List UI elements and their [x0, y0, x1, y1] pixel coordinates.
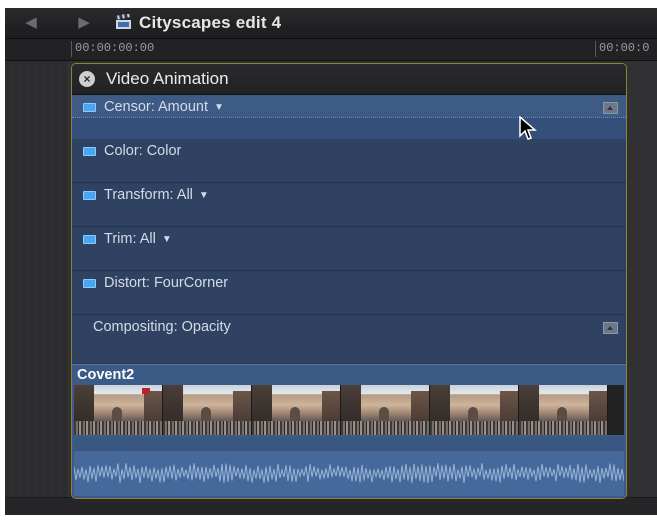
timeline-bottom-bar [5, 497, 657, 516]
effect-toggle-icon[interactable] [83, 147, 96, 156]
parameter-menu[interactable]: Transform: All ▼ [104, 187, 209, 205]
row-label: Trim: All [104, 231, 156, 247]
row-label: Compositing: Opacity [93, 319, 231, 335]
timeline-ruler[interactable]: 00:00:00:00 00:00:0 [5, 39, 657, 61]
animation-row-censor[interactable]: Censor: Amount ▼ [72, 95, 626, 140]
row-label: Censor: Amount [104, 99, 208, 115]
chevron-down-icon[interactable]: ▼ [199, 187, 209, 204]
animation-row-color[interactable]: Color: Color [72, 139, 626, 183]
effect-toggle-icon[interactable] [83, 103, 96, 112]
forward-arrow-icon[interactable]: ▶ [73, 13, 95, 33]
audio-waveform[interactable] [74, 451, 624, 496]
clapperboard-icon [115, 14, 131, 29]
animation-row-transform[interactable]: Transform: All ▼ [72, 183, 626, 227]
effect-toggle-icon[interactable] [83, 191, 96, 200]
animation-row-distort[interactable]: Distort: FourCorner [72, 271, 626, 315]
chevron-down-icon[interactable]: ▼ [162, 231, 172, 248]
ruler-tick [595, 41, 596, 57]
chevron-down-icon[interactable]: ▼ [214, 99, 224, 116]
clip-thumbnail [430, 385, 519, 435]
project-title: Cityscapes edit 4 [139, 13, 282, 32]
clip-thumbnail [74, 385, 163, 435]
mouse-pointer-icon [519, 116, 538, 140]
waveform-graphic [74, 463, 624, 483]
video-clip[interactable]: Covent2 [72, 364, 626, 498]
clip-thumbnail [341, 385, 430, 435]
parameter-menu[interactable]: Censor: Amount ▼ [104, 99, 224, 117]
effect-toggle-icon[interactable] [83, 279, 96, 288]
row-label: Transform: All [104, 187, 193, 203]
close-icon[interactable]: × [79, 71, 95, 87]
row-label: Distort: FourCorner [104, 275, 229, 291]
ruler-timecode-start: 00:00:00:00 [75, 41, 155, 55]
video-animation-title: Video Animation [106, 69, 229, 88]
clip-thumbnail [252, 385, 341, 435]
back-arrow-icon[interactable]: ◀ [20, 13, 42, 33]
clip-filmstrip[interactable] [74, 385, 624, 435]
video-animation-editor: × Video Animation Censor: Amount ▼ Color:… [71, 63, 627, 499]
keyframe-lane[interactable] [72, 117, 626, 140]
expand-keyframes-icon[interactable] [603, 322, 618, 334]
clip-thumbnail [163, 385, 252, 435]
video-animation-header: × Video Animation [72, 64, 626, 95]
parameter-menu[interactable]: Trim: All ▼ [104, 231, 172, 249]
title-bar: ◀ ▶ Cityscapes edit 4 [5, 8, 657, 39]
expand-keyframes-icon[interactable] [603, 102, 618, 114]
clip-separator [74, 437, 624, 451]
ruler-tick [71, 41, 72, 57]
timeline-gutter [5, 61, 67, 515]
animation-row-compositing[interactable]: Compositing: Opacity [72, 315, 626, 364]
effect-toggle-icon[interactable] [83, 235, 96, 244]
animation-row-trim[interactable]: Trim: All ▼ [72, 227, 626, 271]
screen-border-top [0, 0, 657, 8]
screen-border-bottom [0, 515, 657, 527]
clip-thumbnail [519, 385, 608, 435]
row-label: Color: Color [104, 143, 182, 159]
ruler-timecode-next: 00:00:0 [599, 41, 650, 55]
clip-name: Covent2 [77, 367, 135, 383]
